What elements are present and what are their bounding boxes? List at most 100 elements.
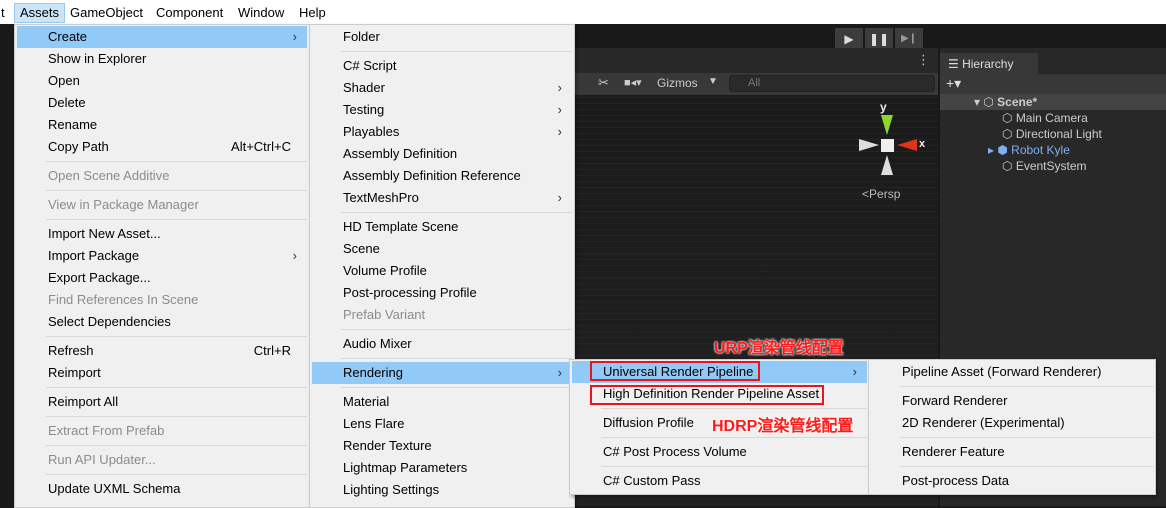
step-button[interactable]: ▶❙ (895, 28, 923, 50)
menu-help[interactable]: Help (294, 3, 331, 23)
axis-neg-y-cone[interactable] (881, 155, 893, 175)
menu-item-testing[interactable]: Testing › (312, 99, 572, 121)
menu-item-renderer-feature[interactable]: Renderer Feature (871, 441, 1153, 463)
menu-item-refresh[interactable]: Refresh Ctrl+R (17, 340, 307, 362)
menu-item-label: Post-processing Profile (343, 285, 477, 300)
hierarchy-item[interactable]: ⬡ Main Camera (1002, 110, 1088, 126)
urp-highlight-box (590, 361, 760, 381)
menu-item-copy-path[interactable]: Copy Path Alt+Ctrl+C (17, 136, 307, 158)
persp-label[interactable]: <Persp (862, 187, 900, 201)
menu-item-folder[interactable]: Folder (312, 26, 572, 48)
menu-separator (46, 190, 307, 191)
menu-item-rename[interactable]: Rename (17, 114, 307, 136)
menu-item-import-package[interactable]: Import Package › (17, 245, 307, 267)
menu-item-playables[interactable]: Playables › (312, 121, 572, 143)
menu-item-label: Folder (343, 29, 380, 44)
menu-item-label: Show in Explorer (48, 51, 147, 66)
menu-item-label: Update UXML Schema (48, 481, 181, 496)
menu-item-label: Refresh (48, 343, 94, 358)
menu-assets[interactable]: Assets (14, 3, 66, 23)
hierarchy-tab[interactable]: ☰ Hierarchy (940, 53, 1038, 75)
menu-item-label: Playables (343, 124, 400, 139)
menu-item-label: Lightmap Parameters (343, 460, 468, 475)
gizmos-dropdown-icon[interactable]: ▼ (708, 76, 718, 87)
urp-menu: Pipeline Asset (Forward Renderer) Forward… (868, 359, 1156, 495)
axis-neg-x-cone[interactable] (859, 139, 879, 151)
view-cube-center[interactable] (881, 139, 894, 152)
menu-item-import-new-asset[interactable]: Import New Asset... (17, 223, 307, 245)
menu-window[interactable]: Window (233, 3, 289, 23)
menu-item-pipeline-asset-forward-renderer[interactable]: Pipeline Asset (Forward Renderer) (871, 361, 1153, 383)
menu-item-open-scene-additive: Open Scene Additive (17, 165, 307, 187)
menu-item-view-in-package-manager: View in Package Manager (17, 194, 307, 216)
menu-item-2d-renderer-experimental[interactable]: 2D Renderer (Experimental) (871, 412, 1153, 434)
item-label: Robot Kyle (1011, 143, 1070, 157)
axis-y-cone[interactable] (881, 115, 893, 135)
menu-item-lighting-settings[interactable]: Lighting Settings (312, 479, 572, 501)
menu-item-export-package[interactable]: Export Package... (17, 267, 307, 289)
menu-item-label: Shader (343, 80, 385, 95)
play-button[interactable]: ▶ (835, 28, 863, 50)
menu-item-label: Assembly Definition Reference (343, 168, 521, 183)
axis-x-cone[interactable] (897, 139, 917, 151)
tools-icon[interactable]: ✂ (598, 75, 609, 91)
menu-item-label: Open (48, 73, 80, 88)
menu-item-label: Delete (48, 95, 86, 110)
scene-row[interactable]: ▾ ⬡ Scene* (974, 94, 1037, 110)
hierarchy-item[interactable]: ▸ ⬢ Robot Kyle (988, 142, 1070, 158)
menu-item-rendering[interactable]: Rendering › (312, 362, 572, 384)
pause-button[interactable]: ❚❚ (865, 28, 893, 50)
menu-item-c-script[interactable]: C# Script (312, 55, 572, 77)
menu-edit[interactable]: t (0, 3, 10, 23)
chevron-right-icon: › (557, 124, 562, 139)
assets-menu: Create › Show in Explorer Open Delete Rename C… (14, 24, 310, 508)
hierarchy-toolbar: +▾ (940, 74, 1166, 96)
menu-item-label: Reimport All (48, 394, 119, 409)
menu-item-volume-profile[interactable]: Volume Profile (312, 260, 572, 282)
menu-item-assembly-definition[interactable]: Assembly Definition (312, 143, 572, 165)
menu-item-audio-mixer[interactable]: Audio Mixer (312, 333, 572, 355)
add-button[interactable]: +▾ (946, 75, 961, 92)
menu-separator (341, 387, 572, 388)
menu-item-extract-from-prefab: Extract From Prefab (17, 420, 307, 442)
menu-item-shader[interactable]: Shader › (312, 77, 572, 99)
menu-item-label: Rendering (343, 365, 403, 380)
menu-item-render-texture[interactable]: Render Texture (312, 435, 572, 457)
menu-item-delete[interactable]: Delete (17, 92, 307, 114)
menu-item-reimport[interactable]: Reimport (17, 362, 307, 384)
menu-gameobject[interactable]: GameObject (65, 3, 148, 23)
menu-separator (900, 437, 1153, 438)
menu-item-label: Reimport (48, 365, 101, 380)
gizmos-button[interactable]: Gizmos (657, 76, 698, 90)
more-icon[interactable]: ⋮ (917, 52, 930, 68)
menu-item-lightmap-parameters[interactable]: Lightmap Parameters (312, 457, 572, 479)
camera-icon[interactable]: ■◂▾ (624, 76, 642, 89)
menu-item-label: C# Custom Pass (603, 473, 701, 488)
menu-separator (46, 445, 307, 446)
menu-item-select-dependencies[interactable]: Select Dependencies (17, 311, 307, 333)
menu-item-hd-template-scene[interactable]: HD Template Scene (312, 216, 572, 238)
menu-item-forward-renderer[interactable]: Forward Renderer (871, 390, 1153, 412)
menu-item-material[interactable]: Material (312, 391, 572, 413)
menu-item-scene[interactable]: Scene (312, 238, 572, 260)
axis-x-label: x (919, 138, 926, 150)
menu-item-create[interactable]: Create › (17, 26, 307, 48)
scene-search-input[interactable]: All (729, 75, 935, 92)
hierarchy-item[interactable]: ⬡ EventSystem (1002, 158, 1087, 174)
menu-item-assembly-definition-reference[interactable]: Assembly Definition Reference (312, 165, 572, 187)
menu-component[interactable]: Component (151, 3, 228, 23)
menu-item-show-in-explorer[interactable]: Show in Explorer (17, 48, 307, 70)
hierarchy-item[interactable]: ⬡ Directional Light (1002, 126, 1102, 142)
chevron-right-icon: › (557, 190, 562, 205)
menu-item-post-processing-profile[interactable]: Post-processing Profile (312, 282, 572, 304)
menu-item-c-custom-pass[interactable]: C# Custom Pass (572, 470, 867, 492)
menu-item-reimport-all[interactable]: Reimport All (17, 391, 307, 413)
menu-separator (601, 408, 867, 409)
menu-item-post-process-data[interactable]: Post-process Data (871, 470, 1153, 492)
menu-item-textmeshpro[interactable]: TextMeshPro › (312, 187, 572, 209)
menu-item-label: Find References In Scene (48, 292, 199, 307)
menu-item-lens-flare[interactable]: Lens Flare (312, 413, 572, 435)
menu-item-open[interactable]: Open (17, 70, 307, 92)
menu-item-update-uxml-schema[interactable]: Update UXML Schema (17, 478, 307, 500)
menu-item-c-post-process-volume[interactable]: C# Post Process Volume (572, 441, 867, 463)
